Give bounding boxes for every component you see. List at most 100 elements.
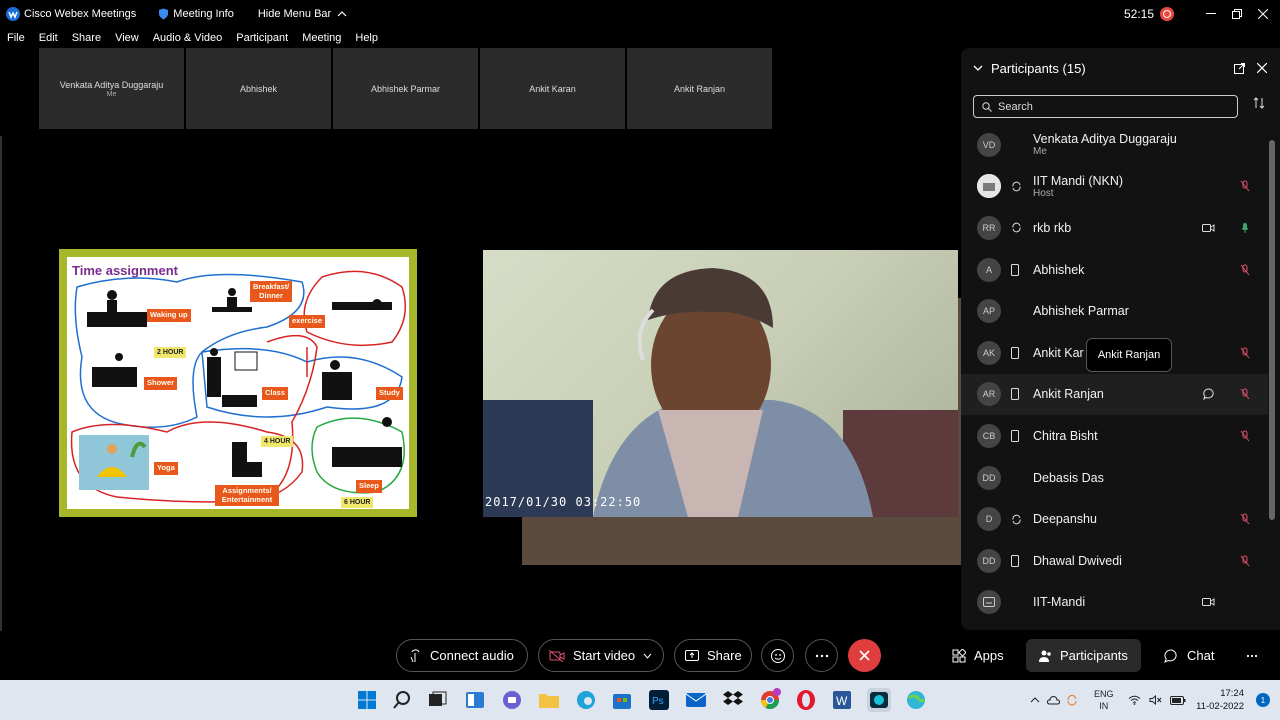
- dropbox-icon[interactable]: [721, 688, 745, 712]
- clock-date: 11-02-2022: [1196, 701, 1244, 712]
- participant-row[interactable]: VD Venkata Aditya Duggaraju Me: [961, 124, 1268, 166]
- store-icon[interactable]: [610, 688, 634, 712]
- meeting-info-button[interactable]: Meeting Info: [158, 8, 234, 20]
- overflow-menu-button[interactable]: [1234, 639, 1270, 672]
- menu-file[interactable]: File: [0, 32, 32, 44]
- mic-muted-icon[interactable]: [1240, 513, 1250, 525]
- menu-audio-video[interactable]: Audio & Video: [146, 32, 230, 44]
- participant-row[interactable]: RR rkb rkb: [961, 207, 1268, 249]
- chevron-up-icon[interactable]: [1030, 697, 1040, 703]
- avatar: [977, 174, 1001, 199]
- mic-muted-icon[interactable]: [1240, 347, 1250, 359]
- opera-icon[interactable]: [794, 688, 818, 712]
- start-video-button[interactable]: Start video: [538, 639, 664, 672]
- chat-button[interactable]: Chat: [1152, 639, 1226, 672]
- more-options-button[interactable]: [805, 639, 838, 672]
- edge-browser-icon[interactable]: [574, 688, 598, 712]
- meeting-control-bar: Connect audio Start video Share Apps Par…: [0, 632, 1280, 680]
- sort-icon[interactable]: [1253, 97, 1265, 109]
- language-indicator[interactable]: ENG IN: [1094, 680, 1114, 720]
- reactions-button[interactable]: [761, 639, 794, 672]
- chevron-up-icon: [337, 11, 347, 17]
- word-icon[interactable]: W: [830, 688, 854, 712]
- participant-row[interactable]: D Deepanshu: [961, 498, 1268, 540]
- clock-time: 17:24: [1220, 688, 1244, 699]
- widgets-icon[interactable]: [463, 688, 487, 712]
- duration-six-hour: 6 HOUR: [341, 497, 374, 508]
- menu-meeting[interactable]: Meeting: [295, 32, 348, 44]
- menu-share[interactable]: Share: [65, 32, 108, 44]
- chrome-icon[interactable]: [758, 688, 782, 712]
- participant-name: IIT-Mandi: [1033, 595, 1086, 610]
- file-explorer-icon[interactable]: [537, 688, 561, 712]
- participant-row[interactable]: AP Abhishek Parmar: [961, 290, 1268, 332]
- quick-settings[interactable]: [1128, 680, 1186, 720]
- mic-muted-icon[interactable]: [1240, 555, 1250, 567]
- sync-icon[interactable]: [1066, 694, 1078, 706]
- thumbnail-abhishek-parmar[interactable]: Abhishek Parmar: [333, 48, 478, 129]
- mic-muted-icon[interactable]: [1240, 264, 1250, 276]
- participant-row[interactable]: A Abhishek: [961, 249, 1268, 291]
- participants-button[interactable]: Participants: [1026, 639, 1141, 672]
- participant-row[interactable]: CB Chitra Bisht: [961, 415, 1268, 457]
- thumbnail-ankit-karan[interactable]: Ankit Karan: [480, 48, 625, 129]
- hide-menu-bar-button[interactable]: Hide Menu Bar: [258, 8, 347, 20]
- search-icon[interactable]: [390, 688, 414, 712]
- thumbnail-self[interactable]: Venkata Aditya Duggaraju Me: [39, 48, 184, 129]
- mic-muted-icon[interactable]: [1240, 180, 1250, 192]
- restore-button[interactable]: [1224, 0, 1250, 28]
- mail-icon[interactable]: [684, 688, 708, 712]
- menu-help[interactable]: Help: [348, 32, 385, 44]
- thumbnail-ankit-ranjan[interactable]: Ankit Ranjan: [627, 48, 772, 129]
- menu-view[interactable]: View: [108, 32, 146, 44]
- teams-chat-icon[interactable]: [500, 688, 524, 712]
- avatar: DD: [977, 548, 1001, 573]
- close-panel-icon[interactable]: [1257, 63, 1267, 73]
- share-button[interactable]: Share: [674, 639, 752, 672]
- participant-row[interactable]: DD Dhawal Dwivedi: [961, 540, 1268, 582]
- chevron-down-icon[interactable]: [973, 65, 983, 71]
- thumbnail-sub: Me: [106, 90, 117, 98]
- active-speaker-video[interactable]: 2017/01/30 03:22:50: [483, 250, 958, 517]
- task-view-icon[interactable]: [425, 688, 449, 712]
- onedrive-icon[interactable]: [1046, 695, 1060, 705]
- apps-button[interactable]: Apps: [940, 639, 1016, 672]
- recording-indicator-icon[interactable]: [1160, 7, 1174, 21]
- participant-scrollbar[interactable]: [1268, 128, 1276, 620]
- menu-edit[interactable]: Edit: [32, 32, 65, 44]
- video-camera-icon[interactable]: [1202, 223, 1215, 233]
- search-icon: [982, 101, 992, 112]
- windows-start-icon[interactable]: [355, 688, 379, 712]
- taskbar-clock[interactable]: 17:24 11-02-2022: [1196, 687, 1244, 713]
- tag-study: Study: [376, 387, 403, 400]
- participant-name: Abhishek Parmar: [1033, 304, 1129, 319]
- pop-out-icon[interactable]: [1234, 62, 1245, 74]
- mic-muted-icon[interactable]: [1240, 430, 1250, 442]
- close-icon: [859, 650, 870, 661]
- scrollbar-thumb[interactable]: [1269, 140, 1275, 520]
- minimize-button[interactable]: [1198, 0, 1224, 28]
- participant-row[interactable]: IIT-Mandi: [961, 582, 1268, 624]
- menu-participant[interactable]: Participant: [229, 32, 295, 44]
- notification-badge[interactable]: 1: [1256, 693, 1270, 707]
- participant-row[interactable]: IIT Mandi (NKN) Host: [961, 166, 1268, 208]
- share-screen-icon: [685, 649, 699, 661]
- maps-icon[interactable]: [904, 688, 928, 712]
- video-camera-icon[interactable]: [1202, 597, 1215, 607]
- mic-active-icon[interactable]: [1240, 222, 1250, 234]
- mic-muted-icon[interactable]: [1240, 388, 1250, 400]
- chat-bubble-icon[interactable]: [1203, 388, 1215, 401]
- webex-taskbar-icon[interactable]: [867, 688, 891, 712]
- participant-search-input[interactable]: Search: [973, 95, 1238, 118]
- battery-icon: [1170, 695, 1186, 705]
- leave-meeting-button[interactable]: [848, 639, 881, 672]
- participant-row[interactable]: AR Ankit Ranjan: [961, 373, 1268, 416]
- thumbnail-abhishek[interactable]: Abhishek: [186, 48, 331, 129]
- participant-row[interactable]: DD Debasis Das: [961, 457, 1268, 499]
- chevron-down-icon[interactable]: [643, 653, 652, 659]
- photoshop-icon[interactable]: Ps: [647, 688, 671, 712]
- connect-audio-button[interactable]: Connect audio: [396, 639, 528, 672]
- shield-icon: [159, 8, 169, 20]
- ellipsis-icon: [815, 654, 828, 657]
- close-window-button[interactable]: [1250, 0, 1276, 28]
